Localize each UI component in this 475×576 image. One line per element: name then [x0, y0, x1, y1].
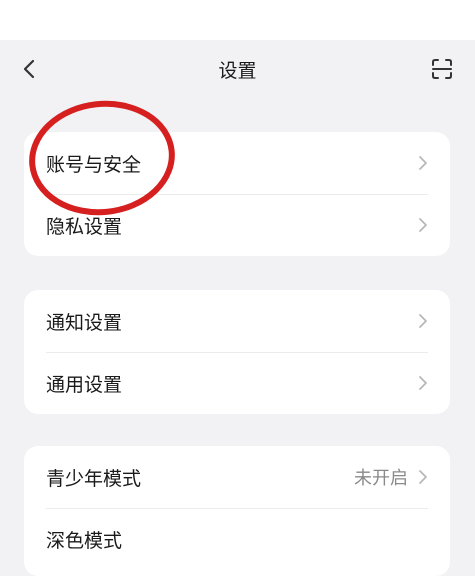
settings-item-label: 账号与安全: [46, 153, 142, 176]
settings-item-account-security[interactable]: 账号与安全: [24, 132, 450, 194]
settings-item-label: 隐私设置: [46, 215, 123, 238]
settings-item-notifications[interactable]: 通知设置: [24, 290, 450, 352]
status-area: [0, 0, 475, 40]
settings-group-general: 通知设置 通用设置: [24, 290, 450, 414]
settings-item-status: 未开启: [354, 468, 408, 489]
chevron-right-icon: [418, 375, 428, 391]
settings-item-label: 通用设置: [46, 373, 123, 396]
chevron-right-icon: [418, 313, 428, 329]
settings-group-account: 账号与安全 隐私设置: [24, 132, 450, 256]
settings-item-label: 青少年模式: [46, 467, 142, 490]
page-title: 设置: [218, 60, 257, 82]
settings-item-teen-mode[interactable]: 青少年模式 未开启: [24, 446, 450, 508]
chevron-right-icon: [418, 469, 428, 485]
chevron-right-icon: [418, 155, 428, 171]
scan-button[interactable]: [427, 54, 457, 84]
navigation-header: 设置: [0, 40, 475, 96]
settings-item-label: 深色模式: [46, 529, 123, 552]
chevron-right-icon: [418, 217, 428, 233]
settings-item-dark-mode[interactable]: 深色模式: [24, 508, 450, 570]
settings-item-privacy[interactable]: 隐私设置: [24, 194, 450, 256]
settings-item-label: 通知设置: [46, 311, 123, 334]
scan-icon: [432, 59, 452, 79]
settings-group-modes: 青少年模式 未开启 深色模式: [24, 446, 450, 576]
settings-item-general[interactable]: 通用设置: [24, 352, 450, 414]
